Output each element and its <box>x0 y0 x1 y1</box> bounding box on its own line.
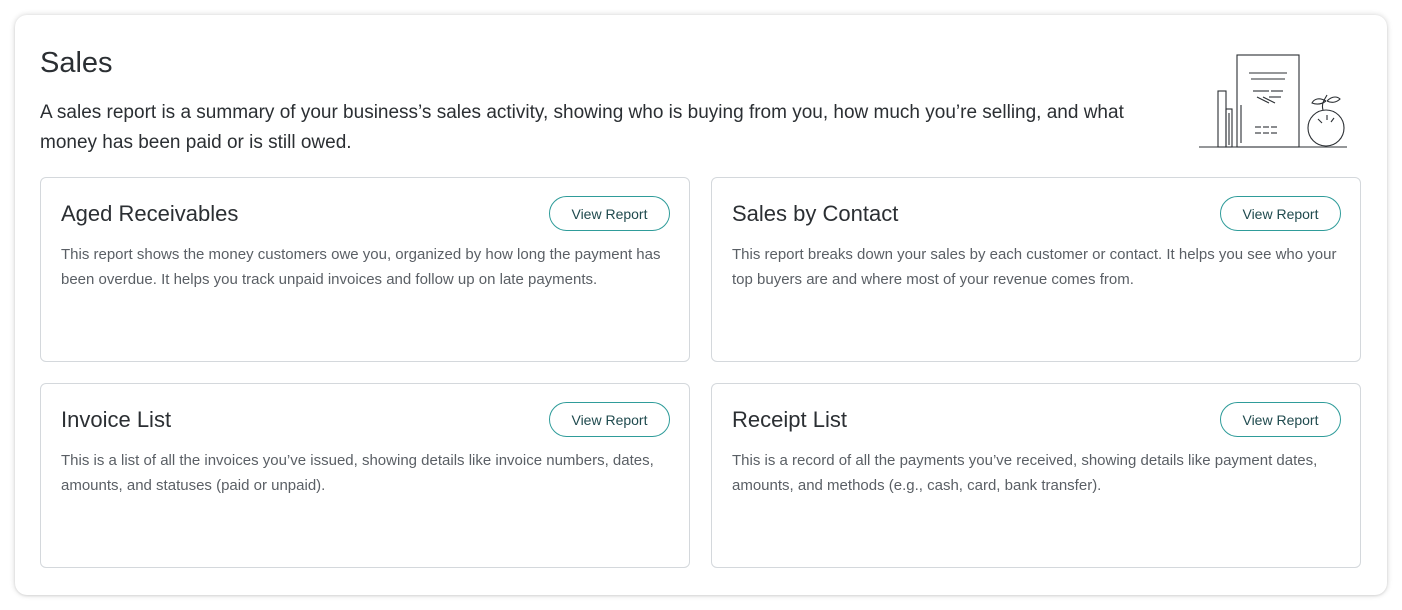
card-description: This report breaks down your sales by ea… <box>732 246 1337 288</box>
view-report-button[interactable]: View Report <box>1220 402 1341 437</box>
page-title: Sales <box>40 47 113 79</box>
card-title: Invoice List <box>61 407 172 432</box>
card-description: This is a record of all the payments you… <box>732 452 1318 494</box>
card-title: Aged Receivables <box>61 201 239 226</box>
report-card-aged-receivables: Aged Receivables View Report This report… <box>40 177 690 362</box>
sales-panel: Sales A sales report is a summary of you… <box>15 15 1387 595</box>
sales-report-illustration-icon <box>1199 54 1347 148</box>
view-report-button[interactable]: View Report <box>1220 196 1341 231</box>
card-title: Sales by Contact <box>732 201 899 226</box>
report-card-sales-by-contact: Sales by Contact View Report This report… <box>711 177 1361 362</box>
view-report-button[interactable]: View Report <box>549 402 670 437</box>
report-card-receipt-list: Receipt List View Report This is a recor… <box>711 383 1361 568</box>
section-description: A sales report is a summary of your busi… <box>40 102 1124 153</box>
card-description: This is a list of all the invoices you’v… <box>61 452 654 494</box>
report-card-invoice-list: Invoice List View Report This is a list … <box>40 383 690 568</box>
view-report-button[interactable]: View Report <box>549 196 670 231</box>
card-description: This report shows the money customers ow… <box>61 246 661 288</box>
card-title: Receipt List <box>732 407 847 432</box>
